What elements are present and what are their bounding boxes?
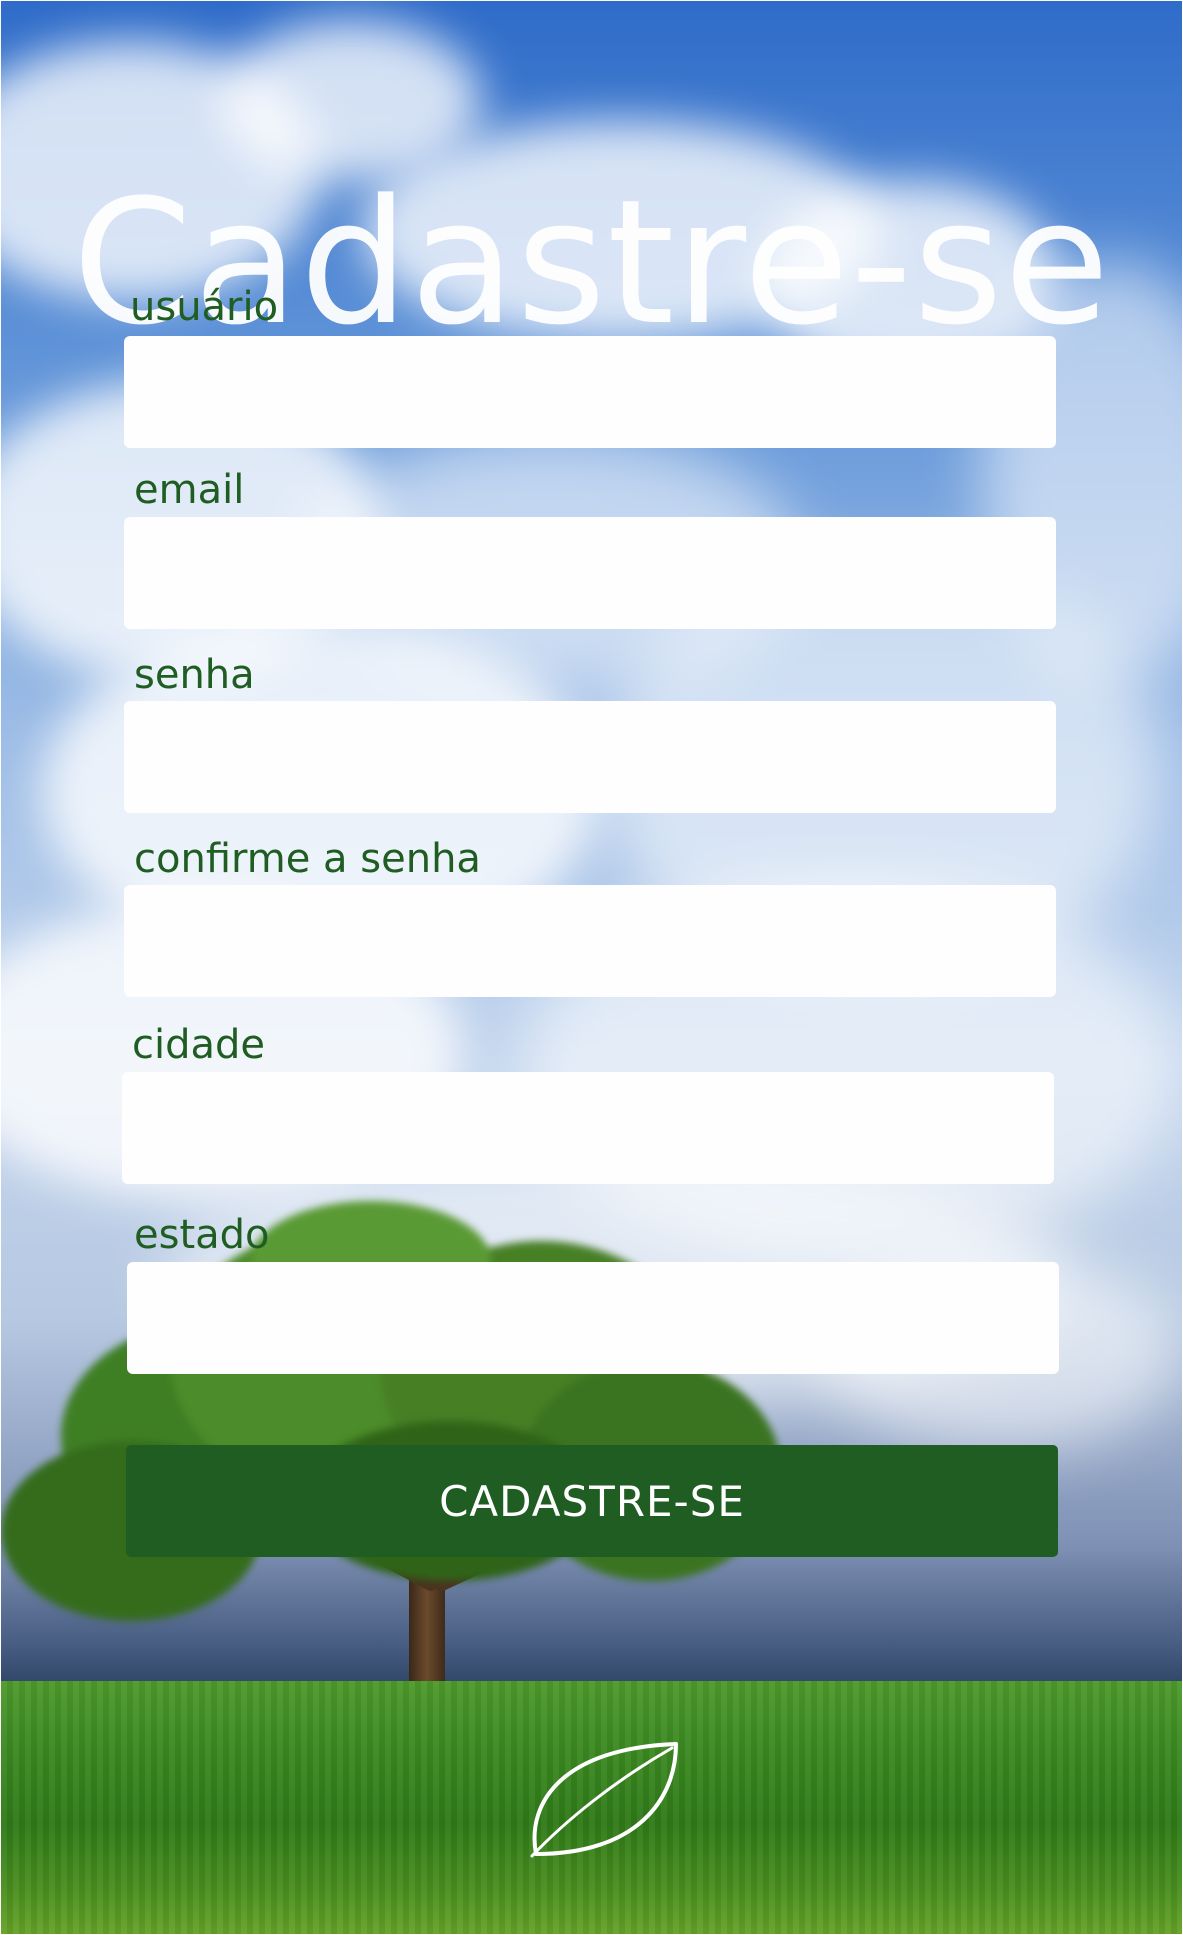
- city-input[interactable]: [122, 1072, 1054, 1184]
- confirm-password-input[interactable]: [124, 885, 1056, 997]
- password-label: senha: [134, 652, 255, 698]
- email-input[interactable]: [124, 517, 1056, 629]
- confirm-password-label: confirme a senha: [134, 836, 481, 882]
- leaf-icon: [530, 1742, 678, 1858]
- username-label: usuário: [130, 284, 279, 330]
- page-title: Cadastre-se: [72, 162, 1111, 364]
- state-label: estado: [134, 1212, 270, 1258]
- state-input[interactable]: [127, 1262, 1059, 1374]
- username-input[interactable]: [124, 336, 1056, 448]
- email-label: email: [134, 467, 245, 513]
- password-input[interactable]: [124, 701, 1056, 813]
- city-label: cidade: [132, 1022, 266, 1068]
- signup-button[interactable]: CADASTRE-SE: [126, 1445, 1058, 1557]
